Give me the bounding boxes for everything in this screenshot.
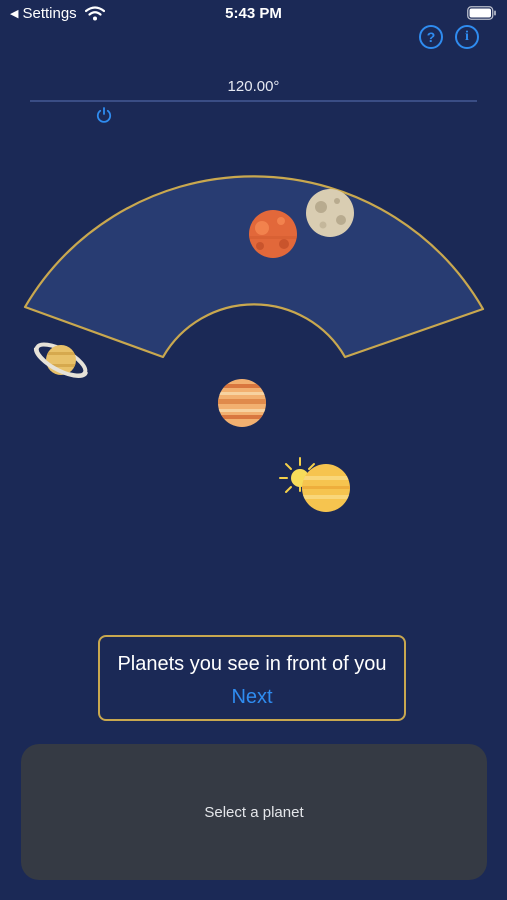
venus-planet[interactable] [300,464,352,512]
mars-planet[interactable] [249,210,297,258]
prompt-box: Planets you see in front of you Next [98,635,406,721]
next-button[interactable]: Next [231,686,272,709]
planet-info-panel: Select a planet [21,744,487,880]
moon-planet[interactable] [306,189,354,237]
saturn-planet[interactable] [32,338,89,381]
jupiter-planet[interactable] [216,379,268,427]
sky-scene [23,175,485,512]
field-of-view-area [23,175,485,359]
info-panel-text: Select a planet [204,804,304,821]
prompt-title: Planets you see in front of you [117,653,387,675]
